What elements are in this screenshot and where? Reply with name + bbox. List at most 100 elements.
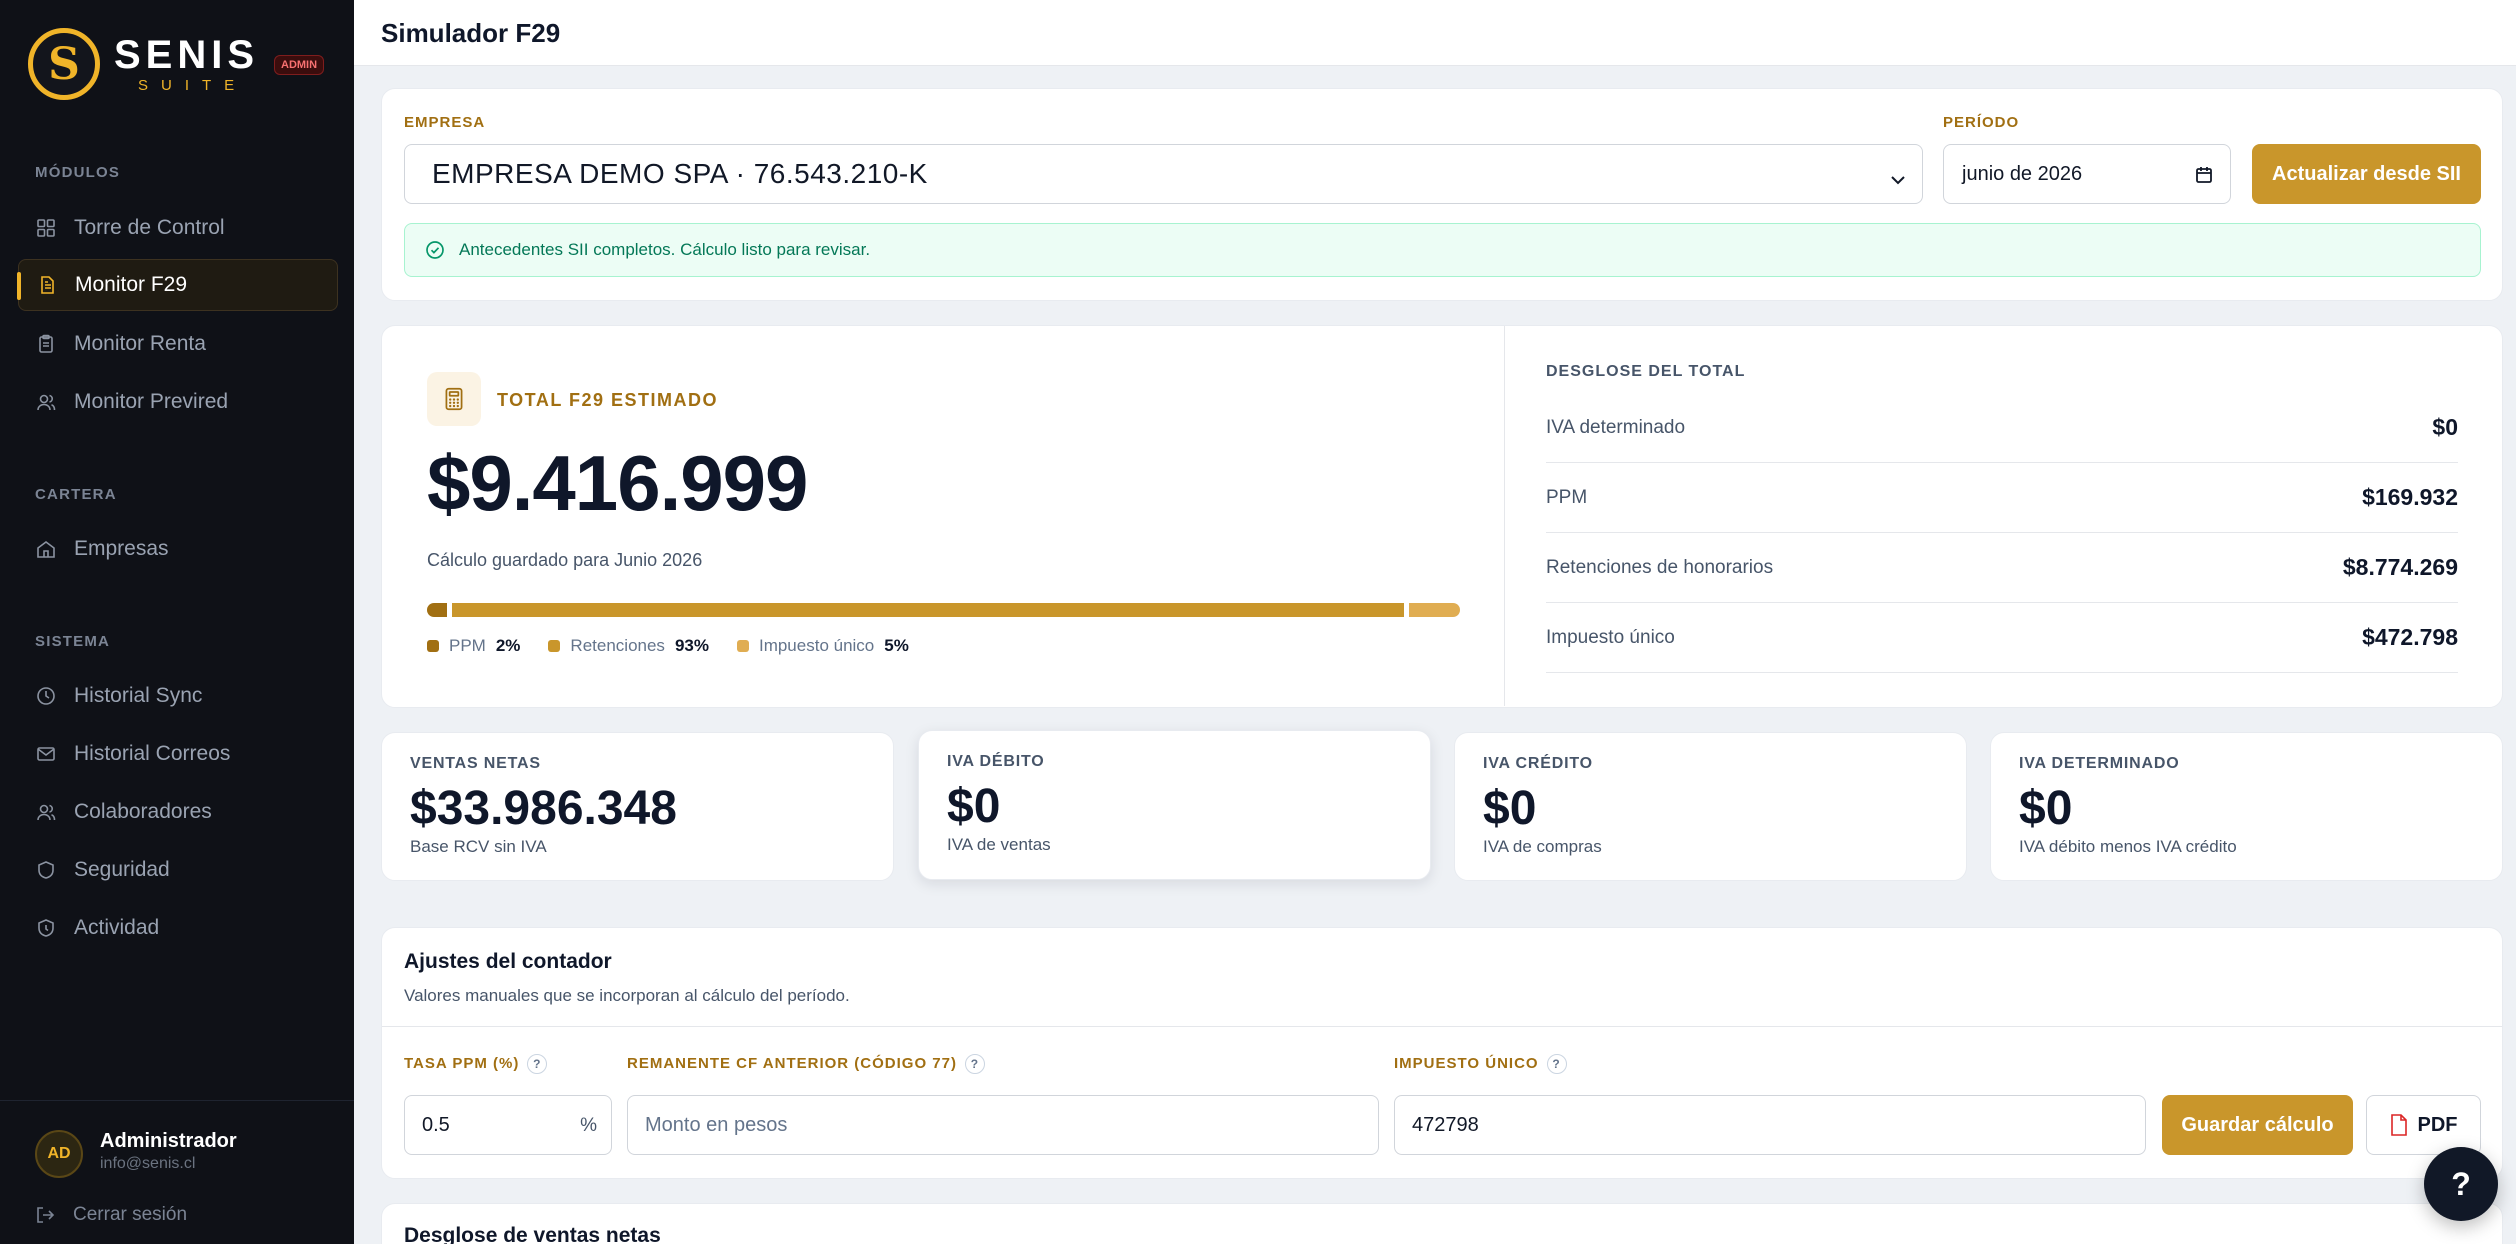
logo-name: SENIS — [114, 32, 260, 77]
kpi-sub: IVA de compras — [1483, 837, 1602, 856]
shield-icon — [36, 860, 56, 880]
legend-label: Retenciones — [570, 636, 665, 655]
logo[interactable]: S SENIS SUITE — [28, 28, 259, 100]
logo-sub: SUITE — [138, 76, 248, 94]
users-icon — [36, 392, 56, 412]
sidebar-item-label: Seguridad — [74, 858, 170, 881]
total-card: TOTAL F29 ESTIMADO $9.416.999 Cálculo gu… — [381, 325, 2503, 708]
update-from-sii-button[interactable]: Actualizar desde SII — [2252, 144, 2481, 204]
ppm-input-value: 0.5 — [422, 1113, 450, 1136]
periodo-date-input[interactable]: junio de 2026 — [1943, 144, 2231, 204]
kpi-sub: IVA de ventas — [947, 835, 1051, 854]
kpi-label: VENTAS NETAS — [410, 755, 541, 772]
logout-button[interactable]: Cerrar sesión — [35, 1204, 187, 1226]
sidebar-item-label: Monitor Renta — [74, 332, 206, 355]
legend-label: Impuesto único — [758, 636, 875, 655]
sidebar-item-label: Monitor Previred — [74, 390, 229, 413]
sidebar-item-monitor-previred[interactable]: Monitor Previred — [18, 376, 338, 428]
impuesto-unico-input[interactable]: 472798 — [1394, 1095, 2146, 1155]
breakdown-label: Impuesto único — [1546, 626, 1675, 648]
ajustes-card: Ajustes del contador Valores manuales qu… — [381, 927, 2503, 1179]
bar-segment-ppm — [427, 603, 447, 617]
section-label-cartera: CARTERA — [35, 486, 117, 503]
legend-percent: 5% — [884, 636, 909, 655]
help-icon[interactable]: ? — [527, 1054, 548, 1074]
sidebar-item-colaboradores[interactable]: Colaboradores — [18, 786, 338, 838]
kpi-iva-credito: IVA CRÉDITO $0 IVA de compras — [1454, 732, 1967, 881]
check-circle-icon — [425, 240, 445, 260]
users-icon — [36, 802, 56, 822]
chevron-down-icon — [1888, 165, 1908, 197]
calculator-icon — [427, 372, 481, 426]
sidebar-item-empresas[interactable]: Empresas — [18, 523, 338, 575]
periodo-label: PERÍODO — [1943, 114, 2020, 131]
kpi-value: $33.986.348 — [410, 782, 677, 835]
legend-swatch — [427, 640, 439, 652]
page-title: Simulador F29 — [381, 18, 561, 48]
sidebar-item-label: Historial Sync — [74, 684, 203, 707]
admin-badge: ADMIN — [274, 55, 325, 75]
breakdown-title: DESGLOSE DEL TOTAL — [1546, 363, 1746, 380]
logout-icon — [35, 1205, 55, 1225]
sidebar-item-monitor-renta[interactable]: Monitor Renta — [18, 318, 338, 370]
sidebar-item-historial-sync[interactable]: Historial Sync — [18, 670, 338, 722]
total-caption: Cálculo guardado para Junio 2026 — [427, 550, 703, 570]
remanente-label: REMANENTE CF ANTERIOR (CÓDIGO 77)? — [627, 1054, 985, 1074]
save-calculation-button[interactable]: Guardar cálculo — [2162, 1095, 2353, 1155]
sidebar-item-monitor-f29[interactable]: Monitor F29 — [17, 259, 338, 311]
breakdown-row: PPM $169.932 — [1546, 463, 2458, 533]
help-button[interactable]: ? — [2424, 1147, 2498, 1221]
pdf-label: PDF — [2417, 1113, 2458, 1136]
legend-swatch — [548, 640, 561, 652]
logout-label: Cerrar sesión — [73, 1204, 188, 1225]
kpi-iva-determinado: IVA DETERMINADO $0 IVA débito menos IVA … — [1990, 732, 2503, 881]
sidebar-item-label: Torre de Control — [74, 216, 225, 239]
breakdown-row: Retenciones de honorarios $8.774.269 — [1546, 533, 2458, 603]
clipboard-icon — [36, 334, 56, 354]
sidebar-item-actividad[interactable]: Actividad — [18, 902, 338, 954]
pdf-button[interactable]: PDF — [2366, 1095, 2481, 1155]
sidebar-item-historial-correos[interactable]: Historial Correos — [18, 728, 338, 780]
ppm-input[interactable]: 0.5 % — [404, 1095, 612, 1155]
impuesto-unico-label: IMPUESTO ÚNICO? — [1394, 1054, 1567, 1074]
help-icon[interactable]: ? — [964, 1054, 985, 1074]
kpi-sub: IVA débito menos IVA crédito — [2019, 837, 2237, 856]
breakdown-value: $8.774.269 — [2342, 554, 2458, 580]
calendar-icon[interactable] — [2194, 165, 2214, 191]
legend-percent: 93% — [674, 636, 709, 655]
ajustes-title: Ajustes del contador — [404, 950, 612, 973]
kpi-label: IVA DÉBITO — [947, 753, 1045, 770]
help-icon[interactable]: ? — [1546, 1054, 1567, 1074]
topbar: Simulador F29 — [354, 0, 2516, 66]
sidebar-divider — [0, 1100, 354, 1101]
ppm-label: TASA PPM (%)? — [404, 1054, 548, 1074]
kpi-value: $0 — [1483, 782, 1537, 835]
breakdown-label: PPM — [1546, 486, 1588, 508]
ajustes-divider — [382, 1026, 2502, 1027]
sidebar-item-seguridad[interactable]: Seguridad — [18, 844, 338, 896]
kpi-label: IVA DETERMINADO — [2019, 755, 2180, 772]
breakdown-label: Retenciones de honorarios — [1546, 556, 1774, 578]
status-alert: Antecedentes SII completos. Cálculo list… — [404, 223, 2481, 277]
pdf-icon — [2390, 1114, 2408, 1136]
sidebar-item-label: Monitor F29 — [75, 273, 188, 296]
breakdown-value: $169.932 — [2362, 484, 2458, 510]
impuesto-unico-value: 472798 — [1412, 1113, 1479, 1136]
total-card-divider — [1504, 326, 1505, 706]
kpi-value: $0 — [947, 780, 1001, 833]
legend-swatch — [736, 640, 749, 652]
activity-icon — [36, 918, 56, 938]
sidebar-item-torre-de-control[interactable]: Torre de Control — [18, 202, 338, 254]
empresa-select[interactable]: EMPRESA DEMO SPA · 76.543.210-K — [404, 144, 1923, 204]
total-value: $9.416.999 — [427, 439, 808, 527]
legend-percent: 2% — [495, 636, 521, 655]
sidebar-item-label: Colaboradores — [74, 800, 212, 823]
clock-icon — [36, 686, 56, 706]
bar-segment-impuesto-único — [1409, 603, 1460, 617]
total-composition-bar — [427, 603, 1461, 617]
avatar[interactable]: AD — [35, 1130, 83, 1178]
legend-label: PPM — [449, 636, 486, 655]
user-email: info@senis.cl — [100, 1155, 196, 1172]
sidebar: S SENIS SUITE ADMIN MÓDULOS Torre de Con… — [0, 0, 354, 1244]
remanente-input[interactable]: Monto en pesos — [627, 1095, 1379, 1155]
